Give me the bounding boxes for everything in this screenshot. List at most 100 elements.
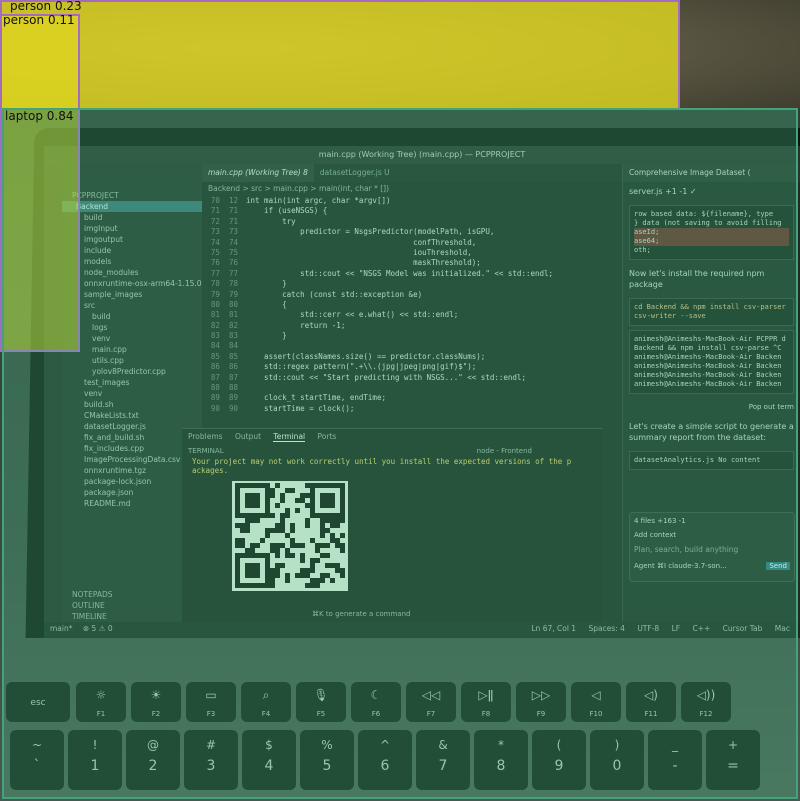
key-6[interactable]: ^ 6 [358, 730, 412, 790]
code-line[interactable]: 70 12 int main(int argc, char *argv[]) [202, 196, 622, 206]
sidebar-item[interactable]: package.json [62, 487, 202, 498]
code-line[interactable]: 81 81 std::cerr << e.what() << std::endl… [202, 310, 622, 320]
code-line[interactable]: 84 84 [202, 341, 622, 351]
chat-file[interactable]: server.js +1 -1 ✓ [623, 182, 800, 201]
chat-header[interactable]: Comprehensive Image Dataset ( [623, 164, 800, 182]
chat-command[interactable]: cd Backend && npm install csv-parser csv… [634, 303, 789, 321]
key-f4[interactable]: ⌕ F4 [241, 682, 291, 722]
key-f9[interactable]: ▷▷ F9 [516, 682, 566, 722]
code-line[interactable]: 88 88 [202, 383, 622, 393]
popout-terminal-link[interactable]: Pop out term [623, 398, 800, 417]
sidebar-item[interactable]: Backend [62, 201, 202, 212]
section-outline[interactable]: OUTLINE [62, 600, 202, 611]
sidebar-item[interactable]: models [62, 256, 202, 267]
sidebar-item[interactable]: imgInput [62, 223, 202, 234]
key-1[interactable]: ! 1 [68, 730, 122, 790]
sidebar-item[interactable]: ImageProcessingData.csv [62, 454, 202, 465]
sidebar-item[interactable]: src [62, 300, 202, 311]
sidebar-item[interactable]: fix_and_build.sh [62, 432, 202, 443]
code-editor[interactable]: 70 12 int main(int argc, char *argv[]) 71 … [202, 196, 622, 432]
section-notepads[interactable]: NOTEPADS [62, 589, 202, 600]
sidebar-item[interactable]: package-lock.json [62, 476, 202, 487]
sidebar-item[interactable]: datasetLogger.js [62, 421, 202, 432]
key-8[interactable]: * 8 [474, 730, 528, 790]
cursor-tab[interactable]: Cursor Tab [723, 624, 763, 633]
branch-indicator[interactable]: main* [44, 624, 73, 633]
sidebar-item[interactable]: build [62, 212, 202, 223]
sidebar-item[interactable]: build [62, 311, 202, 322]
key-f2[interactable]: ☀ F2 [131, 682, 181, 722]
key-f8[interactable]: ▷ǁ F8 [461, 682, 511, 722]
sidebar-item[interactable]: utils.cpp [62, 355, 202, 366]
sidebar-item[interactable]: test_images [62, 377, 202, 388]
key-=[interactable]: + = [706, 730, 760, 790]
language-mode[interactable]: C++ [692, 624, 710, 633]
section-timeline[interactable]: TIMELINE [62, 611, 202, 622]
terminal-shell[interactable]: node - Frontend [477, 445, 532, 457]
code-line[interactable]: 83 83 } [202, 331, 622, 341]
key-`[interactable]: ~ ` [10, 730, 64, 790]
code-line[interactable]: 79 79 catch (const std::exception &e) [202, 290, 622, 300]
code-line[interactable]: 86 86 std::regex pattern(".+\\.(jpg|jpeg… [202, 362, 622, 372]
code-line[interactable]: 80 80 { [202, 300, 622, 310]
key-f11[interactable]: ◁) F11 [626, 682, 676, 722]
key-4[interactable]: $4 [242, 730, 296, 790]
key-f6[interactable]: ☾ F6 [351, 682, 401, 722]
code-line[interactable]: 87 87 std::cout << "Start predicting wit… [202, 373, 622, 383]
sidebar-item[interactable]: main.cpp [62, 344, 202, 355]
sidebar-item[interactable]: node_modules [62, 267, 202, 278]
tab-dataset-logger[interactable]: datasetLogger.js U [314, 168, 396, 177]
key-5[interactable]: % 5 [300, 730, 354, 790]
code-line[interactable]: 73 73 predictor = NsgsPredictor(modelPat… [202, 227, 622, 237]
key-f7[interactable]: ◁◁ F7 [406, 682, 456, 722]
code-line[interactable]: 89 89 clock_t startTime, endTime; [202, 393, 622, 403]
model-selector[interactable]: claude-3.7-son... [668, 562, 727, 570]
analytics-file-card[interactable]: datasetAnalytics.js No content [629, 451, 794, 470]
tab-ports[interactable]: Ports [318, 432, 337, 441]
key-f10[interactable]: ◁ F10 [571, 682, 621, 722]
chat-input-placeholder[interactable]: Plan, search, build anything [634, 545, 790, 554]
tab-output[interactable]: Output [235, 432, 261, 441]
sidebar-item[interactable]: venv [62, 333, 202, 344]
key-0[interactable]: ) 0 [590, 730, 644, 790]
indentation[interactable]: Spaces: 4 [588, 624, 624, 633]
chat-input-box[interactable]: 4 files +163 -1 Add context Plan, search… [629, 512, 795, 582]
code-line[interactable]: 72 71 try [202, 217, 622, 227]
key-f3[interactable]: ▭ F3 [186, 682, 236, 722]
line-endings[interactable]: LF [672, 624, 681, 633]
sidebar-item[interactable]: include [62, 245, 202, 256]
send-button[interactable]: Send [766, 562, 790, 570]
sidebar-item[interactable]: README.md [62, 498, 202, 509]
tab-terminal[interactable]: Terminal [273, 432, 306, 442]
key-f5[interactable]: 🎙 F5 [296, 682, 346, 722]
code-line[interactable]: 77 77 std::cout << "NSGS Model was initi… [202, 269, 622, 279]
sidebar-item[interactable]: build.sh [62, 399, 202, 410]
tab-main-cpp[interactable]: main.cpp (Working Tree) 8 [202, 164, 314, 182]
sidebar-item[interactable]: onnxruntime.tgz [62, 465, 202, 476]
tab-problems[interactable]: Problems [188, 432, 223, 441]
breadcrumb[interactable]: Backend > src > main.cpp > main(int, cha… [202, 182, 622, 196]
sidebar-item[interactable]: imgoutput [62, 234, 202, 245]
key-3[interactable]: #3 [184, 730, 238, 790]
encoding[interactable]: UTF-8 [637, 624, 659, 633]
agent-mode-selector[interactable]: Agent ⌘I [634, 562, 666, 570]
problem-counts[interactable]: ⊗ 5 ⚠ 0 [83, 624, 113, 633]
sidebar-item[interactable]: logs [62, 322, 202, 333]
sidebar-item[interactable]: onnxruntime-osx-arm64-1.15.0 [62, 278, 202, 289]
code-line[interactable]: 74 74 confThreshold, [202, 238, 622, 248]
add-context-button[interactable]: Add context [634, 531, 790, 539]
sidebar-item[interactable]: fix_includes.cpp [62, 443, 202, 454]
sidebar-item[interactable]: CMakeLists.txt [62, 410, 202, 421]
key-7[interactable]: & 7 [416, 730, 470, 790]
code-line[interactable]: 85 85 assert(classNames.size() == predic… [202, 352, 622, 362]
key--[interactable]: _ - [648, 730, 702, 790]
code-line[interactable]: 76 76 maskThreshold); [202, 258, 622, 268]
files-changed[interactable]: 4 files +163 -1 [634, 517, 790, 525]
code-line[interactable]: 82 82 return -1; [202, 321, 622, 331]
code-line[interactable]: 90 90 startTime = clock(); [202, 404, 622, 414]
code-line[interactable]: 75 75 iouThreshold, [202, 248, 622, 258]
code-line[interactable]: 78 78 } [202, 279, 622, 289]
platform[interactable]: Mac [775, 624, 790, 633]
key-esc[interactable]: esc [6, 682, 70, 722]
explorer-root[interactable]: PCPPROJECT [62, 190, 202, 201]
